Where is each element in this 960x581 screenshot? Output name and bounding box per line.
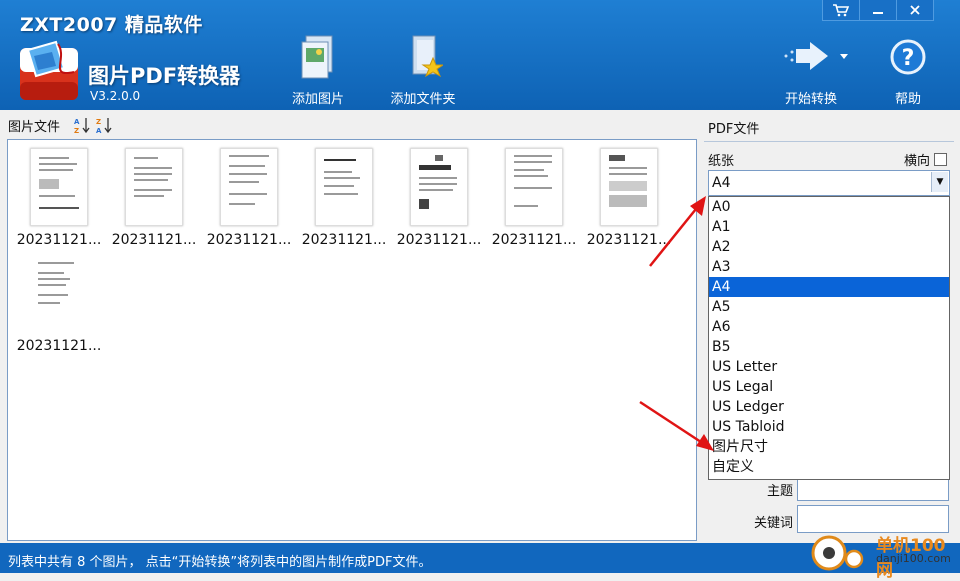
annotation-arrow-icon — [639, 400, 714, 451]
sort-descending-icon[interactable]: Z A — [96, 116, 112, 135]
image-list[interactable]: 20231121... 20231121... 20231121... 2023… — [7, 139, 697, 541]
image-file-name: 20231121... — [111, 232, 197, 248]
cart-icon[interactable] — [822, 0, 860, 21]
paper-option[interactable]: A6 — [709, 317, 949, 337]
watermark-url: danji100.com — [876, 552, 951, 565]
paper-option[interactable]: US Letter — [709, 357, 949, 377]
pdf-file-title: PDF文件 — [708, 122, 760, 137]
image-file-name: 20231121... — [206, 232, 292, 248]
sort-ascending-icon[interactable]: A Z — [74, 116, 90, 135]
image-file-name: 20231121... — [491, 232, 577, 248]
paper-option[interactable]: A3 — [709, 257, 949, 277]
image-thumbnail — [30, 254, 86, 330]
keywords-label: 关键词 — [753, 516, 793, 531]
window-controls — [822, 0, 934, 21]
close-icon[interactable] — [896, 0, 934, 21]
landscape-checkbox[interactable] — [934, 153, 948, 166]
landscape-option[interactable]: 横向 — [904, 150, 948, 169]
start-convert-button[interactable]: 开始转换 — [780, 34, 848, 107]
divider — [704, 141, 954, 142]
image-thumbnail — [505, 148, 563, 226]
svg-text:A: A — [74, 118, 80, 126]
paper-size-label: 纸张 — [708, 154, 735, 169]
paper-option[interactable]: A0 — [709, 197, 949, 217]
paper-option[interactable]: B5 — [709, 337, 949, 357]
paper-option[interactable]: A2 — [709, 237, 949, 257]
image-files-title: 图片文件 — [8, 119, 61, 135]
paper-option[interactable]: 自定义 — [709, 457, 949, 477]
paper-option[interactable]: A5 — [709, 297, 949, 317]
subject-field[interactable] — [797, 477, 949, 501]
svg-text:?: ? — [902, 46, 915, 71]
add-folder-button[interactable]: 添加文件夹 — [386, 34, 460, 107]
image-file-name: 20231121... — [396, 232, 482, 248]
image-thumbnail — [30, 148, 88, 226]
list-item[interactable]: 20231121... — [491, 142, 577, 248]
status-message: 列表中共有 8 个图片， 点击“开始转换”将列表中的图片制作成PDF文件。 — [8, 555, 432, 570]
image-file-name: 20231121... — [301, 232, 387, 248]
svg-text:Z: Z — [96, 118, 101, 126]
keywords-field[interactable] — [797, 505, 949, 533]
list-item[interactable]: 20231121... — [396, 142, 482, 248]
paper-option[interactable]: US Tabloid — [709, 417, 949, 437]
chevron-down-icon[interactable]: ▼ — [931, 172, 948, 192]
title-bar: ZXT2007 精品软件 图片PDF转换器 V3.2.0.0 添加图片 添加文件… — [0, 0, 960, 110]
landscape-label: 横向 — [904, 154, 931, 169]
image-thumbnail — [315, 148, 373, 226]
subject-label: 主题 — [766, 484, 793, 499]
add-folder-label: 添加文件夹 — [390, 92, 456, 107]
pdf-settings-panel: PDF文件 纸张 横向 A4 ▼ A0 A1 A2 A3 A4 A5 A6 B5 US Lett… — [704, 114, 956, 539]
minimize-icon[interactable] — [859, 0, 897, 21]
paper-option[interactable]: US Ledger — [709, 397, 949, 417]
svg-text:Z: Z — [74, 127, 79, 134]
image-thumbnail — [125, 148, 183, 226]
app-name: 图片PDF转换器 — [88, 64, 241, 88]
help-label: 帮助 — [894, 92, 921, 107]
add-folder-icon — [386, 34, 460, 84]
image-list-toolbar: 图片文件 A Z Z A — [8, 114, 112, 136]
image-thumbnail — [410, 148, 468, 226]
image-file-name: 20231121... — [16, 232, 102, 248]
app-version: V3.2.0.0 — [90, 89, 141, 103]
image-thumbnail — [220, 148, 278, 226]
list-item[interactable]: 20231121... — [301, 142, 387, 248]
add-image-label: 添加图片 — [291, 92, 344, 107]
convert-arrow-icon — [780, 34, 848, 84]
image-file-name: 20231121... — [16, 338, 102, 354]
add-image-icon — [288, 34, 348, 84]
svg-text:A: A — [96, 127, 102, 134]
annotation-arrow-icon — [649, 196, 706, 267]
list-item[interactable]: 20231121... — [206, 142, 292, 248]
paper-size-dropdown[interactable]: A0 A1 A2 A3 A4 A5 A6 B5 US Letter US Legal US Ledg… — [708, 196, 950, 480]
help-icon: ? — [886, 34, 930, 84]
paper-option[interactable]: 图片尺寸 — [709, 437, 949, 457]
help-button[interactable]: ? 帮助 — [886, 34, 930, 107]
paper-option[interactable]: A1 — [709, 217, 949, 237]
app-logo-icon — [18, 38, 80, 102]
start-convert-label: 开始转换 — [784, 92, 837, 107]
paper-size-value: A4 — [712, 175, 731, 191]
list-item[interactable]: 20231121... — [16, 248, 102, 354]
status-bar: 列表中共有 8 个图片， 点击“开始转换”将列表中的图片制作成PDF文件。 单机… — [0, 535, 960, 581]
paper-size-select[interactable]: A4 ▼ — [708, 170, 950, 196]
paper-option[interactable]: US Legal — [709, 377, 949, 397]
paper-option[interactable]: A4 — [709, 277, 949, 297]
add-image-button[interactable]: 添加图片 — [288, 34, 348, 107]
brand-title: ZXT2007 精品软件 — [20, 14, 203, 36]
list-item[interactable]: 20231121... — [111, 142, 197, 248]
list-item[interactable]: 20231121... — [16, 142, 102, 248]
